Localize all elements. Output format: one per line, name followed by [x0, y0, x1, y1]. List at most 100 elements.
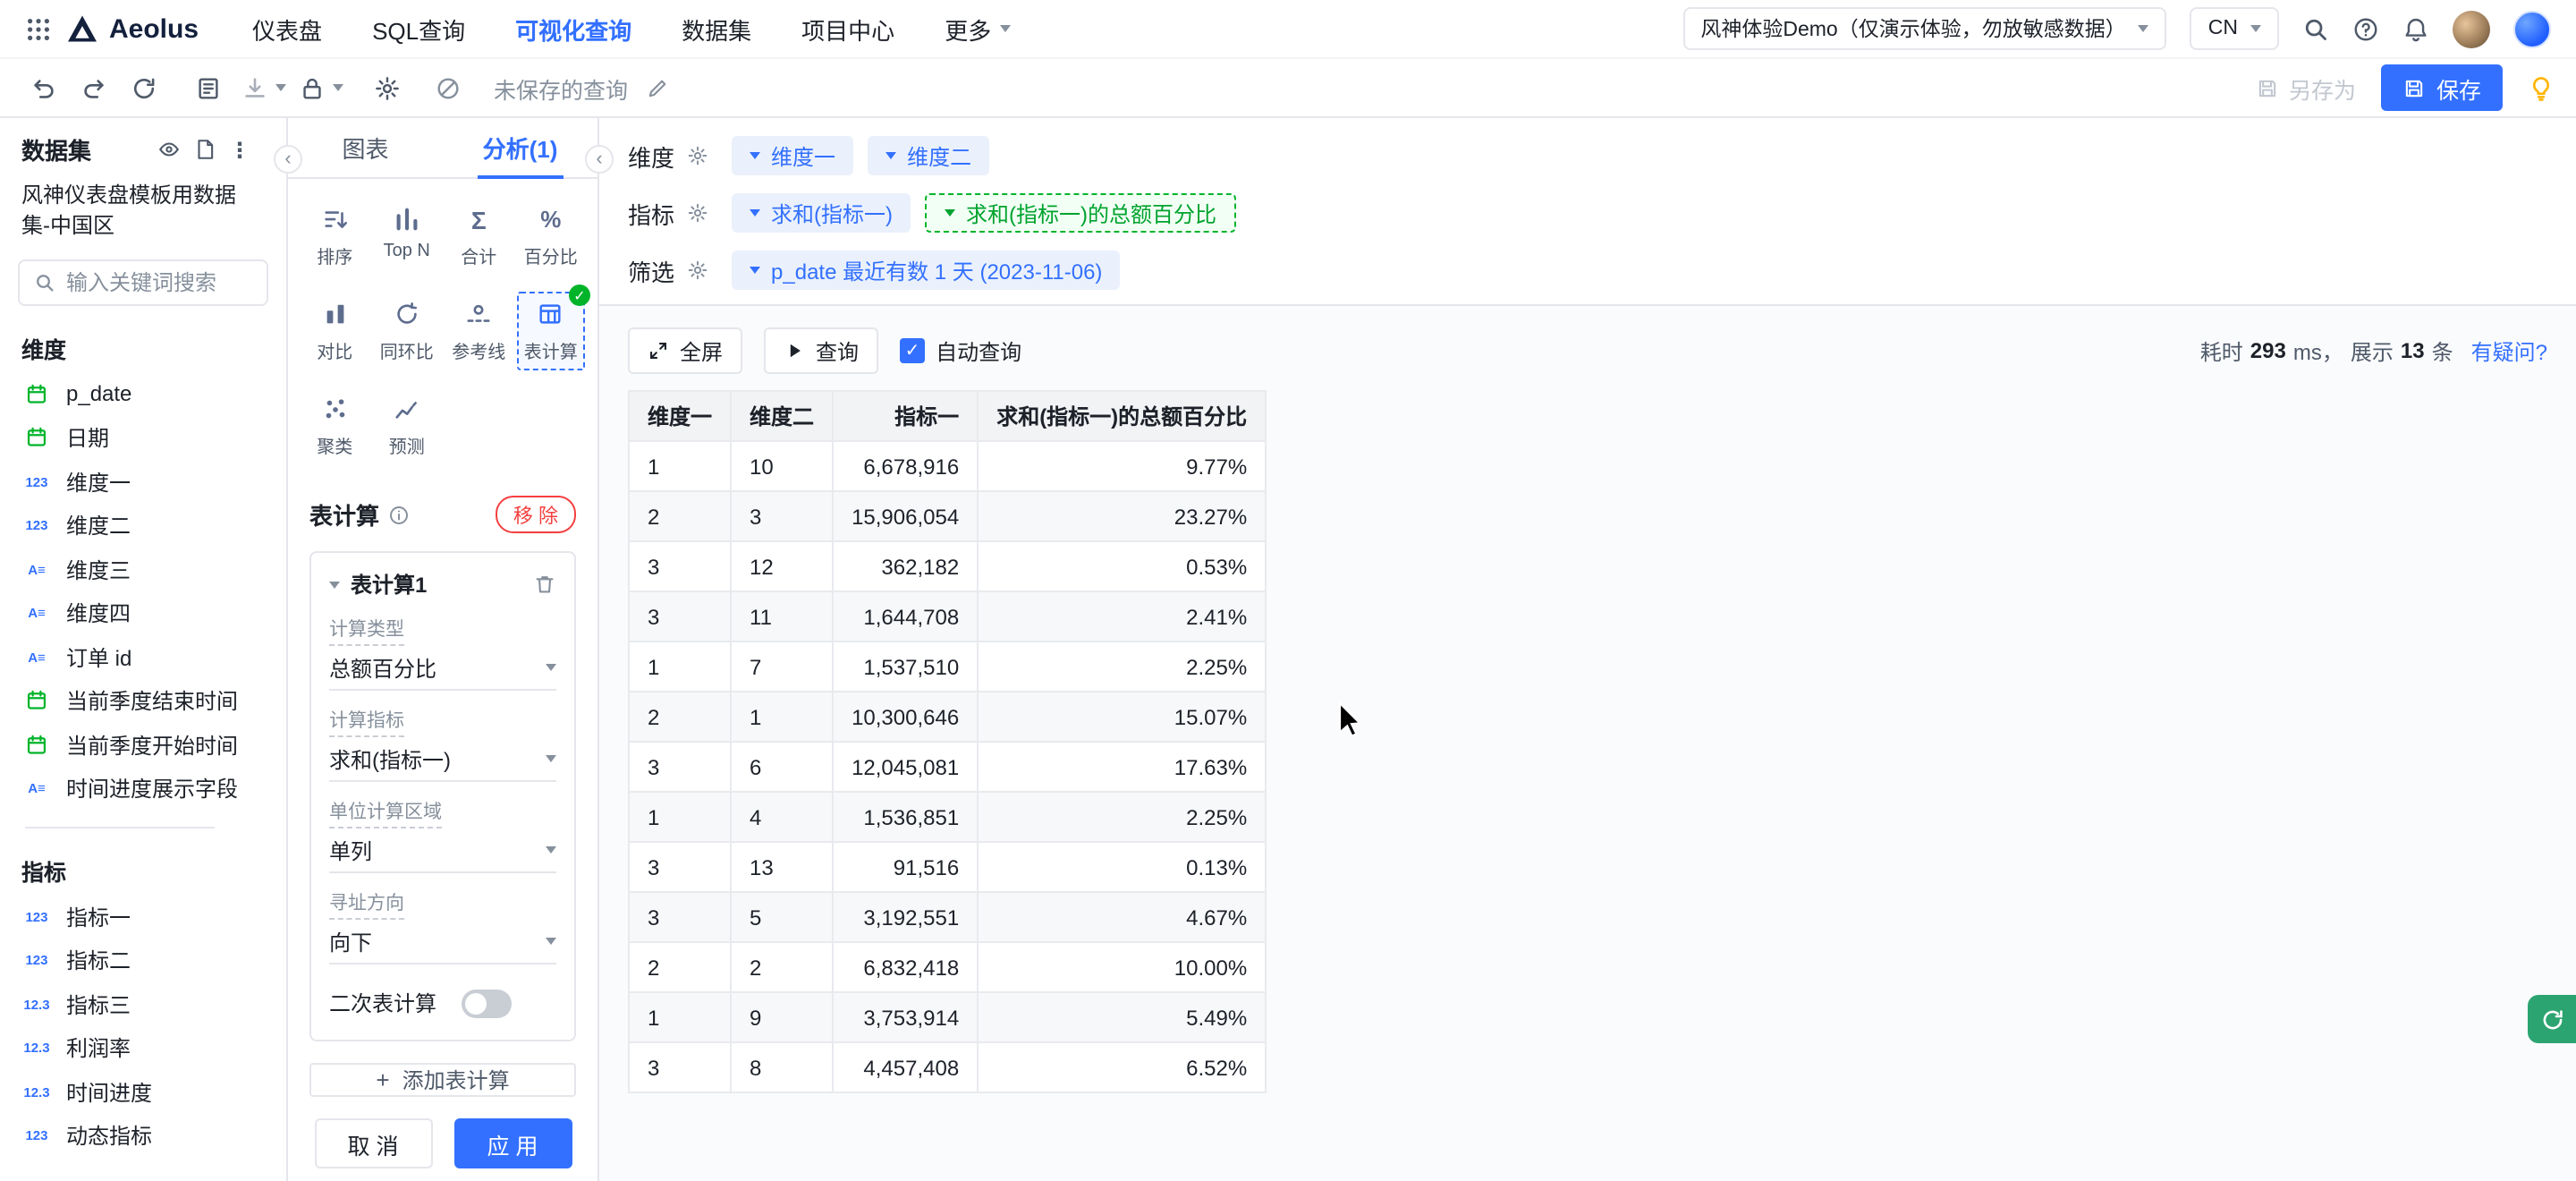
tool-percent[interactable]: % 百分比 — [517, 197, 586, 276]
trash-icon[interactable] — [533, 573, 556, 596]
aeolus-logo[interactable]: Aeolus — [66, 13, 199, 44]
fullscreen-button[interactable]: 全屏 — [628, 327, 742, 374]
table-row[interactable]: 171,537,5102.25% — [629, 641, 1266, 692]
table-row[interactable]: 141,536,8512.25% — [629, 792, 1266, 842]
tab-analysis[interactable]: 分析(1) — [443, 118, 597, 177]
field-item-quarter-start[interactable]: 当前季度开始时间 — [0, 723, 286, 767]
collapse-sidebar-button[interactable]: ‹ — [274, 145, 302, 174]
field-item-dim2[interactable]: 123 维度二 — [0, 504, 286, 548]
save-button[interactable]: 保存 — [2381, 64, 2503, 111]
language-select[interactable]: CN — [2190, 7, 2279, 50]
save-as-button[interactable]: 另存为 — [2257, 71, 2356, 105]
app-launcher-icon[interactable] — [25, 15, 52, 42]
feedback-button[interactable] — [2528, 995, 2576, 1043]
field-item-time-progress-field[interactable]: A≡ 时间进度展示字段 — [0, 767, 286, 811]
field-item-dim4[interactable]: A≡ 维度四 — [0, 591, 286, 635]
calc-metric-select[interactable]: 求和(指标一) — [329, 737, 556, 782]
undo-icon[interactable] — [21, 66, 64, 109]
redo-icon[interactable] — [72, 66, 114, 109]
lightbulb-icon[interactable] — [2528, 74, 2555, 101]
info-icon[interactable] — [388, 504, 410, 525]
org-avatar[interactable] — [2513, 10, 2551, 47]
remove-button[interactable]: 移 除 — [496, 496, 576, 533]
nav-item-sql-query[interactable]: SQL查询 — [372, 12, 465, 46]
tool-reference-line[interactable]: 参考线 — [445, 292, 513, 370]
table-row[interactable]: 384,457,4086.52% — [629, 1042, 1266, 1092]
table-row[interactable]: 31391,5160.13% — [629, 842, 1266, 892]
search-icon[interactable] — [2302, 15, 2329, 42]
caret-down-icon[interactable] — [333, 84, 343, 91]
tool-total[interactable]: Σ 合计 — [445, 197, 513, 276]
tab-chart[interactable]: 图表 — [288, 118, 443, 177]
run-query-button[interactable]: 查询 — [764, 327, 878, 374]
edit-pencil-icon[interactable] — [635, 66, 678, 109]
col-header[interactable]: 求和(指标一)的总额百分比 — [978, 391, 1266, 441]
help-icon[interactable] — [2352, 15, 2379, 42]
field-item-dim1[interactable]: 123 维度一 — [0, 460, 286, 504]
metric-chip[interactable]: 求和(指标一) — [732, 193, 911, 233]
tool-period-ratio[interactable]: 同环比 — [373, 292, 442, 370]
collapse-panel-button[interactable]: ‹ — [585, 145, 614, 174]
tool-table-calc[interactable]: ✓ 表计算 — [517, 292, 586, 370]
workspace-select[interactable]: 风神体验Demo（仅演示体验，勿放敏感数据） — [1682, 7, 2166, 50]
field-item-p-date[interactable]: p_date — [0, 372, 286, 416]
field-item-time-progress[interactable]: 12.3 时间进度 — [0, 1070, 286, 1114]
gear-icon[interactable] — [687, 259, 708, 281]
dimension-chip[interactable]: 维度二 — [868, 136, 989, 175]
tool-forecast[interactable]: 预测 — [373, 387, 442, 465]
table-row[interactable]: 3111,644,7082.41% — [629, 591, 1266, 641]
eye-icon[interactable] — [157, 138, 181, 161]
calc-type-select[interactable]: 总额百分比 — [329, 646, 556, 691]
add-table-calc-button[interactable]: + 添加表计算 — [309, 1063, 576, 1097]
col-header[interactable]: 维度一 — [629, 391, 731, 441]
field-search-input[interactable]: 输入关键词搜索 — [18, 259, 268, 306]
col-header[interactable]: 维度二 — [731, 391, 833, 441]
secondary-calc-toggle[interactable] — [462, 989, 512, 1017]
document-icon[interactable] — [193, 138, 216, 161]
table-row[interactable]: 2110,300,64615.07% — [629, 692, 1266, 742]
lock-icon[interactable] — [290, 66, 333, 109]
field-item-dynamic-metric[interactable]: 123 动态指标 — [0, 1114, 286, 1158]
field-item-quarter-end[interactable]: 当前季度结束时间 — [0, 679, 286, 723]
field-item-metric2[interactable]: 123 指标二 — [0, 939, 286, 982]
preview-icon[interactable] — [186, 66, 229, 109]
nav-item-dataset[interactable]: 数据集 — [682, 12, 751, 46]
dimension-chip[interactable]: 维度一 — [732, 136, 853, 175]
field-item-profit-rate[interactable]: 12.3 利润率 — [0, 1026, 286, 1070]
field-item-date[interactable]: 日期 — [0, 416, 286, 460]
kebab-menu-icon[interactable]: ⋮ — [229, 137, 250, 162]
table-row[interactable]: 312362,1820.53% — [629, 541, 1266, 591]
field-item-dim3[interactable]: A≡ 维度三 — [0, 548, 286, 591]
tool-cluster[interactable]: 聚类 — [301, 387, 369, 465]
field-item-order-id[interactable]: A≡ 订单 id — [0, 635, 286, 679]
nav-item-project-center[interactable]: 项目中心 — [801, 12, 894, 46]
cancel-button[interactable]: 取 消 — [314, 1118, 432, 1168]
field-item-metric1[interactable]: 123 指标一 — [0, 895, 286, 939]
question-link[interactable]: 有疑问? — [2471, 336, 2547, 366]
calc-direction-select[interactable]: 向下 — [329, 920, 556, 964]
field-item-metric3[interactable]: 12.3 指标三 — [0, 982, 286, 1026]
tool-sort[interactable]: 排序 — [301, 197, 369, 276]
settings-gear-icon[interactable] — [365, 66, 408, 109]
table-row[interactable]: 193,753,9145.49% — [629, 992, 1266, 1042]
dataset-name[interactable]: 风神仪表盘模板用数据集-中国区 — [0, 166, 286, 243]
table-row[interactable]: 353,192,5514.67% — [629, 892, 1266, 942]
refresh-icon[interactable] — [122, 66, 165, 109]
auto-query-checkbox[interactable]: ✓ 自动查询 — [900, 336, 1021, 366]
download-icon[interactable] — [233, 66, 275, 109]
table-calc-card-header[interactable]: 表计算1 — [329, 569, 556, 599]
table-row[interactable]: 2315,906,05423.27% — [629, 491, 1266, 541]
table-row[interactable]: 1106,678,9169.77% — [629, 441, 1266, 491]
notification-bell-icon[interactable] — [2402, 15, 2429, 42]
calc-scope-select[interactable]: 单列 — [329, 828, 556, 873]
nav-item-visual-query[interactable]: 可视化查询 — [515, 12, 631, 46]
caret-down-icon[interactable] — [275, 84, 286, 91]
filter-chip[interactable]: p_date 最近有数 1 天 (2023-11-06) — [732, 251, 1120, 290]
table-row[interactable]: 226,832,41810.00% — [629, 942, 1266, 992]
gear-icon[interactable] — [687, 145, 708, 166]
table-row[interactable]: 3612,045,08117.63% — [629, 742, 1266, 792]
apply-button[interactable]: 应 用 — [453, 1118, 572, 1168]
metric-calc-chip[interactable]: 求和(指标一)的总额百分比 — [925, 193, 1236, 233]
col-header[interactable]: 指标一 — [833, 391, 978, 441]
nav-item-more[interactable]: 更多 — [945, 12, 1011, 46]
